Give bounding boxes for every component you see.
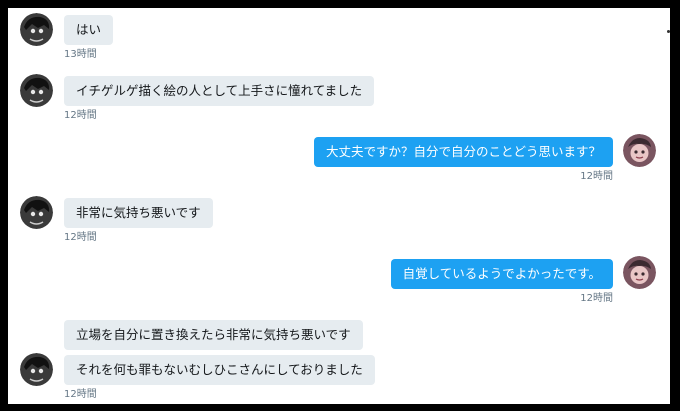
own-avatar[interactable] (623, 256, 656, 289)
user-avatar-icon (20, 196, 53, 229)
user-avatar-icon (20, 13, 53, 46)
message-timestamp: 12時間 (64, 389, 97, 400)
message-bubble[interactable]: 自覚しているようでよかったです。 (390, 259, 613, 289)
message-bubble[interactable]: それを何も罪もないむしひこさんにしておりました (64, 355, 375, 385)
message-timestamp: 12時間 (64, 232, 97, 243)
sender-avatar[interactable] (20, 13, 53, 46)
sender-avatar[interactable] (20, 196, 53, 229)
message-text: 立場を自分に置き換えたら非常に気持ち悪いです (76, 327, 351, 342)
message-text: 大丈夫ですか？自分で自分のことどう思います？ (325, 144, 601, 159)
dm-conversation: はい 13時間 イチゲルゲ描く絵の人として上手さに憧れてました 12時間 大丈夫… (8, 8, 670, 404)
message-timestamp: 12時間 (580, 171, 613, 182)
message-text: はい (76, 22, 102, 37)
message-bubble[interactable]: はい (64, 15, 114, 45)
message-bubble[interactable]: 立場を自分に置き換えたら非常に気持ち悪いです (64, 320, 363, 350)
message-bubble[interactable]: 非常に気持ち悪いです (64, 198, 213, 228)
message-text: 自覚しているようでよかったです。 (402, 266, 601, 281)
user-avatar-icon (20, 353, 53, 386)
message-text: 非常に気持ち悪いです (76, 205, 201, 220)
sender-avatar[interactable] (20, 353, 53, 386)
message-text: イチゲルゲ描く絵の人として上手さに憧れてました (76, 83, 363, 98)
message-timestamp: 12時間 (580, 293, 613, 304)
scroll-edge-mark (667, 30, 670, 33)
user-avatar-icon (20, 74, 53, 107)
message-bubble[interactable]: 大丈夫ですか？自分で自分のことどう思います？ (313, 137, 613, 167)
message-text: それを何も罪もないむしひこさんにしておりました (76, 362, 363, 377)
message-timestamp: 12時間 (64, 110, 97, 121)
user-avatar-icon (623, 256, 656, 289)
message-timestamp: 13時間 (64, 49, 97, 60)
user-avatar-icon (623, 134, 656, 167)
own-avatar[interactable] (623, 134, 656, 167)
message-bubble[interactable]: イチゲルゲ描く絵の人として上手さに憧れてました (64, 76, 375, 106)
sender-avatar[interactable] (20, 74, 53, 107)
